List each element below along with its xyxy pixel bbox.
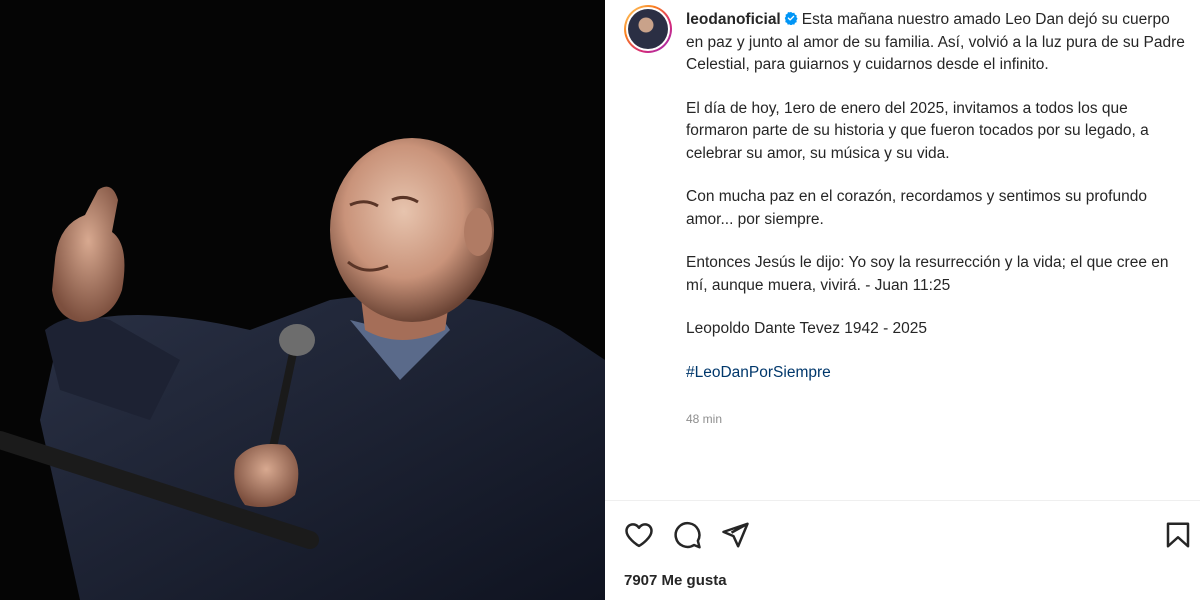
- post-sidebar: leodanoficial Esta mañana nuestro amado L…: [605, 0, 1200, 600]
- bookmark-icon: [1166, 522, 1190, 548]
- comment-button[interactable]: [672, 520, 704, 552]
- verified-badge-icon: [784, 11, 798, 25]
- send-icon: [722, 522, 749, 548]
- username-link[interactable]: leodanoficial: [686, 11, 781, 28]
- instagram-post: leodanoficial Esta mañana nuestro amado L…: [0, 0, 1200, 600]
- like-button[interactable]: [624, 520, 656, 552]
- post-timestamp: 48 min: [686, 412, 723, 426]
- avatar-photo: [628, 9, 668, 49]
- caption-paragraph-2: El día de hoy, 1ero de enero del 2025, i…: [686, 99, 1149, 162]
- share-button[interactable]: [720, 520, 752, 552]
- heart-icon: [625, 523, 653, 548]
- photo-illustration: [0, 0, 605, 600]
- caption-paragraph-4: Entonces Jesús le dijo: Yo soy la resurr…: [686, 254, 1169, 294]
- caption-intro-paragraph: leodanoficial Esta mañana nuestro amado L…: [686, 9, 1186, 77]
- post-photo[interactable]: [0, 0, 605, 600]
- save-button[interactable]: [1163, 520, 1195, 552]
- like-count[interactable]: 7907 Me gusta: [624, 572, 727, 589]
- hashtag-link[interactable]: #LeoDanPorSiempre: [686, 364, 831, 381]
- post-caption: leodanoficial Esta mañana nuestro amado L…: [686, 9, 1186, 405]
- caption-paragraph-3: Con mucha paz en el corazón, recordamos …: [686, 188, 1147, 228]
- avatar-ring: [626, 7, 670, 51]
- caption-paragraph-5: Leopoldo Dante Tevez 1942 - 2025: [686, 320, 928, 337]
- comment-icon: [674, 521, 701, 549]
- section-divider: [605, 500, 1200, 501]
- avatar[interactable]: [624, 5, 672, 53]
